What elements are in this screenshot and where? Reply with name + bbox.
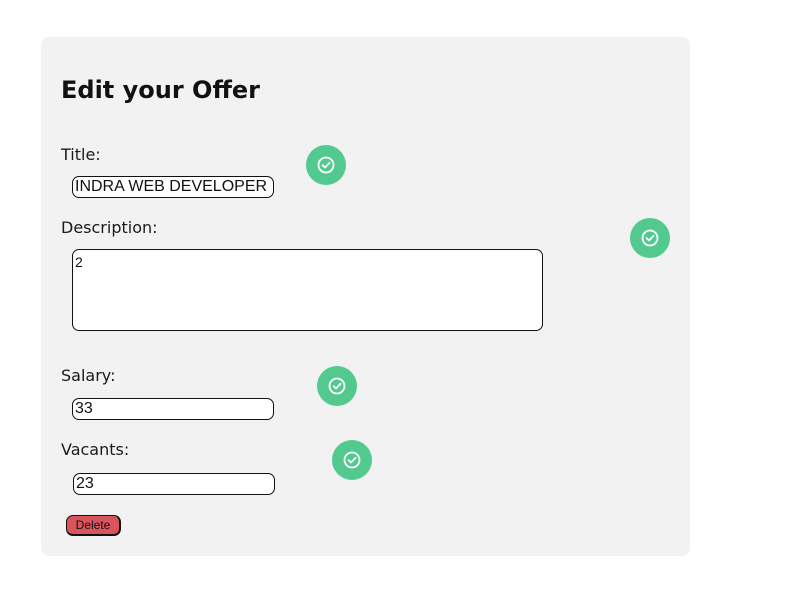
description-label: Description: <box>61 218 158 237</box>
check-circle-icon <box>328 377 346 395</box>
title-input[interactable] <box>72 176 274 198</box>
title-label: Title: <box>61 145 101 164</box>
confirm-description-button[interactable] <box>630 218 670 258</box>
confirm-salary-button[interactable] <box>317 366 357 406</box>
check-circle-icon <box>343 451 361 469</box>
confirm-title-button[interactable] <box>306 145 346 185</box>
delete-button[interactable]: Delete <box>66 515 121 536</box>
vacants-input[interactable] <box>73 473 275 495</box>
page-title: Edit your Offer <box>61 76 260 104</box>
salary-input[interactable] <box>72 398 274 420</box>
salary-label: Salary: <box>61 366 116 385</box>
check-circle-icon <box>641 229 659 247</box>
description-textarea[interactable]: 2 <box>72 249 543 331</box>
vacants-label: Vacants: <box>61 440 130 459</box>
check-circle-icon <box>317 156 335 174</box>
confirm-vacants-button[interactable] <box>332 440 372 480</box>
